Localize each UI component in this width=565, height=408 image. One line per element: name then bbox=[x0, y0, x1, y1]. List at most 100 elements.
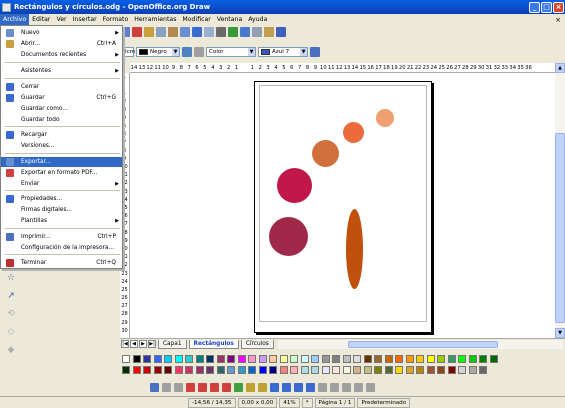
file-menu-item[interactable]: Guardar Ctrl+G bbox=[1, 93, 122, 103]
arrange-icon[interactable] bbox=[354, 382, 363, 392]
palette-color-cell[interactable] bbox=[174, 366, 183, 374]
palette-color-cell[interactable] bbox=[216, 355, 225, 363]
scroll-up-icon[interactable]: ▲ bbox=[555, 63, 565, 73]
palette-color-cell[interactable] bbox=[300, 355, 309, 363]
block-arrows-icon[interactable] bbox=[270, 382, 279, 392]
line-icon[interactable] bbox=[162, 382, 171, 392]
rotate-tool-icon[interactable] bbox=[330, 382, 339, 392]
circle-crimson[interactable] bbox=[277, 168, 312, 203]
palette-color-cell[interactable] bbox=[132, 366, 141, 374]
palette-color-cell[interactable] bbox=[143, 355, 151, 363]
select-icon[interactable] bbox=[150, 382, 159, 392]
close-button[interactable]: × bbox=[553, 1, 564, 13]
file-menu-item[interactable]: Exportar... bbox=[1, 157, 122, 167]
palette-color-cell[interactable] bbox=[290, 366, 298, 374]
connector-icon[interactable] bbox=[234, 382, 243, 392]
palette-color-cell[interactable] bbox=[122, 355, 130, 363]
drawing-workspace[interactable] bbox=[130, 73, 555, 338]
palette-color-cell[interactable] bbox=[332, 355, 340, 363]
palette-color-cell[interactable] bbox=[300, 366, 309, 374]
vertical-scrollbar[interactable]: ▲ ▼ bbox=[555, 63, 565, 338]
palette-color-cell[interactable] bbox=[248, 355, 256, 363]
tab-rectangulos[interactable]: Rectángulos bbox=[188, 339, 239, 349]
gallery-icon[interactable] bbox=[240, 27, 250, 37]
palette-color-cell[interactable] bbox=[416, 355, 424, 363]
menu-modificar[interactable]: Modificar bbox=[179, 14, 213, 25]
rotate-icon[interactable]: ⟲ bbox=[5, 308, 17, 320]
palette-color-cell[interactable] bbox=[426, 355, 435, 363]
palette-color-cell[interactable] bbox=[489, 355, 498, 363]
palette-color-cell[interactable] bbox=[311, 366, 319, 374]
area-color-combo[interactable]: Azul 7 ▼ bbox=[258, 47, 308, 57]
file-menu-item[interactable]: Firmas digitales... bbox=[1, 205, 122, 215]
palette-color-cell[interactable] bbox=[426, 366, 435, 374]
palette-color-cell[interactable] bbox=[353, 355, 361, 363]
palette-color-cell[interactable] bbox=[342, 355, 351, 363]
file-menu-item[interactable]: Guardar todo bbox=[1, 115, 122, 125]
file-menu-item[interactable]: Abrir... Ctrl+A bbox=[1, 39, 122, 49]
table-icon[interactable] bbox=[228, 27, 238, 37]
palette-color-cell[interactable] bbox=[258, 355, 267, 363]
circle-small-orange[interactable] bbox=[376, 109, 394, 127]
maximize-button[interactable]: □ bbox=[541, 1, 552, 13]
curve-tool-icon[interactable] bbox=[222, 382, 231, 392]
basic-shapes-icon[interactable] bbox=[246, 382, 255, 392]
palette-color-cell[interactable] bbox=[321, 355, 330, 363]
redo-icon[interactable] bbox=[204, 27, 214, 37]
palette-color-cell[interactable] bbox=[468, 366, 477, 374]
palette-color-cell[interactable] bbox=[237, 366, 246, 374]
palette-color-cell[interactable] bbox=[174, 355, 183, 363]
clone-format-icon[interactable] bbox=[180, 27, 190, 37]
file-menu-item[interactable]: Terminar Ctrl+Q bbox=[1, 258, 122, 268]
align-icon[interactable] bbox=[342, 382, 351, 392]
navigator-icon[interactable] bbox=[252, 27, 262, 37]
palette-color-cell[interactable] bbox=[384, 366, 393, 374]
palette-color-cell[interactable] bbox=[447, 366, 456, 374]
file-menu-item[interactable]: Documentos recientes ▶ bbox=[1, 50, 122, 60]
cut-icon[interactable] bbox=[144, 27, 154, 37]
palette-color-cell[interactable] bbox=[437, 366, 445, 374]
shadow-toggle-icon[interactable] bbox=[310, 47, 320, 57]
paste-icon[interactable] bbox=[168, 27, 178, 37]
area-icon[interactable] bbox=[182, 47, 192, 57]
tab-circulos[interactable]: Círculos bbox=[240, 339, 274, 349]
palette-color-cell[interactable] bbox=[153, 366, 162, 374]
palette-color-cell[interactable] bbox=[132, 355, 141, 363]
3d-objects-icon[interactable] bbox=[318, 382, 327, 392]
palette-color-cell[interactable] bbox=[195, 355, 204, 363]
points-icon[interactable]: ◆ bbox=[5, 344, 17, 356]
file-menu-item[interactable]: Exportar en formato PDF... bbox=[1, 168, 122, 178]
autospell-icon[interactable] bbox=[132, 27, 142, 37]
menu-archivo[interactable]: Archivo bbox=[0, 14, 30, 25]
undo-icon[interactable] bbox=[192, 27, 202, 37]
palette-color-cell[interactable] bbox=[185, 355, 193, 363]
last-tab-icon[interactable]: ▶| bbox=[148, 340, 156, 348]
vertical-scroll-thumb[interactable] bbox=[555, 133, 565, 323]
palette-color-cell[interactable] bbox=[185, 366, 193, 374]
file-menu-item[interactable]: Cerrar bbox=[1, 82, 122, 92]
circle-maroon[interactable] bbox=[269, 217, 308, 256]
palette-color-cell[interactable] bbox=[290, 355, 298, 363]
tab-capa1[interactable]: Capa1 bbox=[158, 339, 187, 349]
horizontal-scroll-thumb[interactable] bbox=[347, 340, 498, 348]
palette-color-cell[interactable] bbox=[258, 366, 267, 374]
palette-color-cell[interactable] bbox=[332, 366, 340, 374]
palette-color-cell[interactable] bbox=[447, 355, 456, 363]
palette-color-cell[interactable] bbox=[122, 366, 130, 374]
palette-color-cell[interactable] bbox=[395, 366, 403, 374]
palette-color-cell[interactable] bbox=[164, 366, 172, 374]
drawing-page[interactable] bbox=[254, 81, 432, 333]
palette-color-cell[interactable] bbox=[458, 366, 466, 374]
menu-editar[interactable]: Editar bbox=[29, 14, 53, 25]
palette-color-cell[interactable] bbox=[269, 366, 277, 374]
scroll-down-icon[interactable]: ▼ bbox=[555, 328, 565, 338]
palette-color-cell[interactable] bbox=[227, 355, 235, 363]
palette-color-cell[interactable] bbox=[479, 366, 487, 374]
status-zoom[interactable]: 41% bbox=[279, 397, 300, 408]
menu-insertar[interactable]: Insertar bbox=[70, 14, 100, 25]
prev-tab-icon[interactable]: ◀ bbox=[130, 340, 138, 348]
file-menu-item[interactable]: Guardar como... bbox=[1, 104, 122, 114]
palette-color-cell[interactable] bbox=[363, 355, 372, 363]
zoom-icon[interactable] bbox=[264, 27, 274, 37]
file-menu-item[interactable]: Versiones... bbox=[1, 141, 122, 151]
